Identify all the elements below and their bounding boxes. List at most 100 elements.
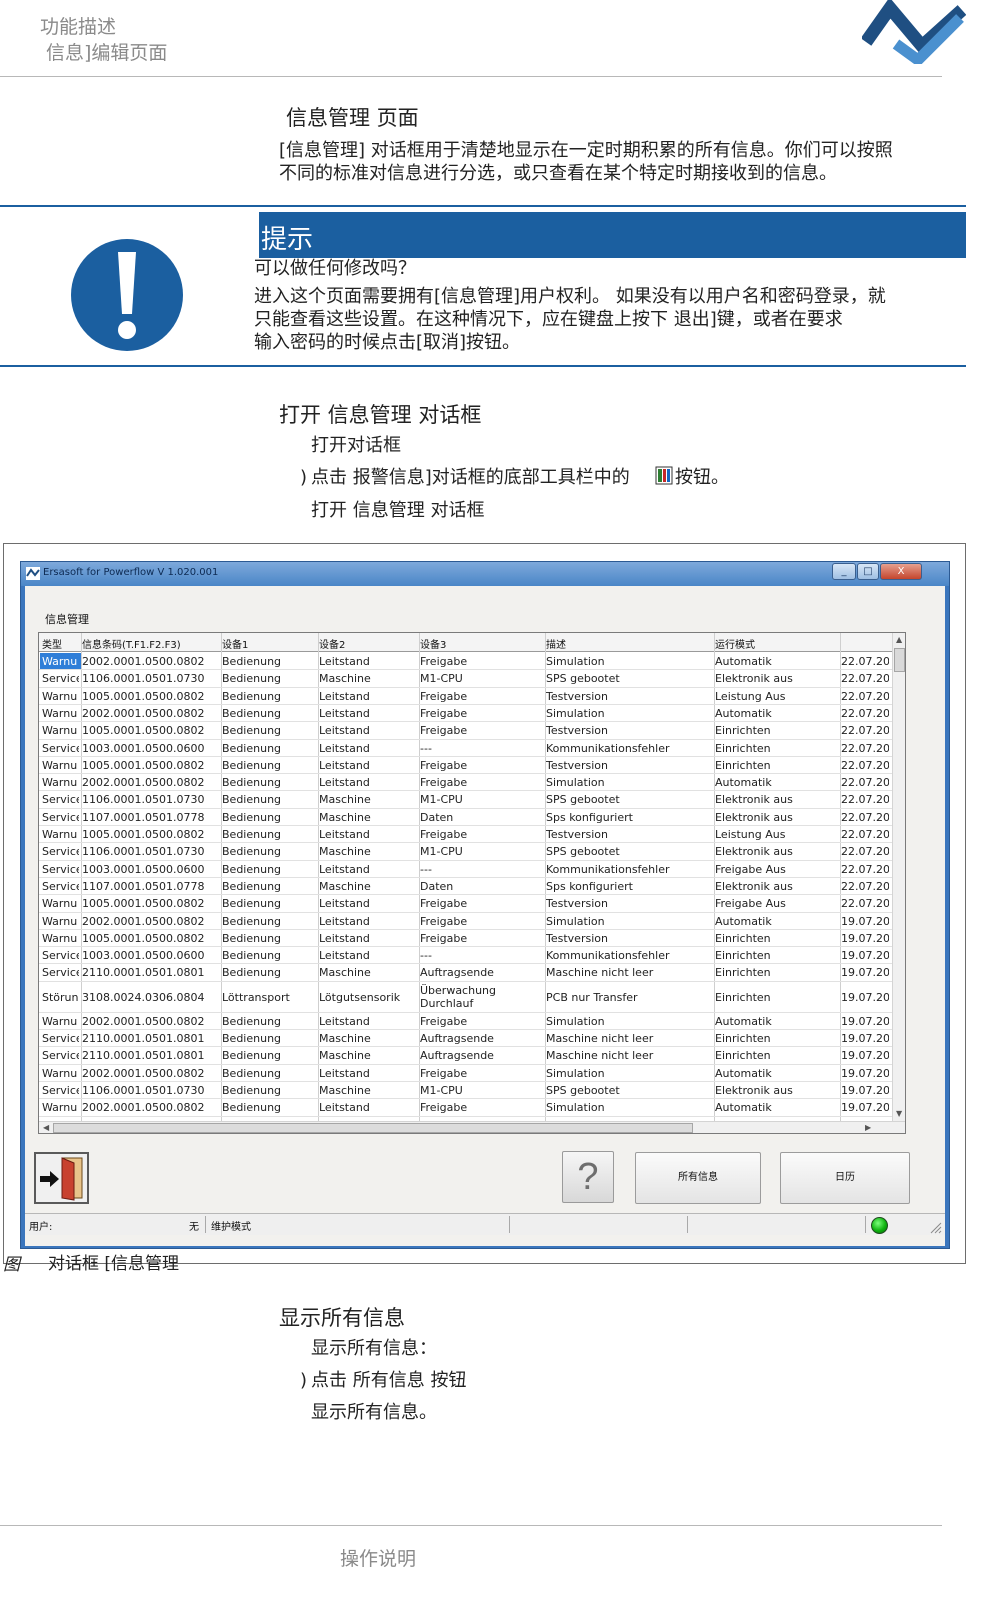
scroll-left-icon[interactable]: ◀ [43,1123,49,1132]
table-row[interactable]: Service 1106.0001.0501.0730 Bedienung Masch… [39,1082,893,1099]
table-cell: 1106.0001.0501.0730 [82,672,205,686]
table-cell: 19.07.20 [841,1049,889,1063]
table-header: 类型 信息条码(T.F1.F2.F3) 设备1 设备2 设备3 描述 运行模式 [39,633,893,652]
title-bar[interactable]: Ersasoft for Powerflow V 1.020.001 _ □ X [21,562,949,586]
table-row[interactable]: Warnu 2002.0001.0500.0802 Bedienung Leitsta… [39,1099,893,1116]
table-cell: Service [42,879,79,893]
scroll-up-icon[interactable]: ▲ [896,635,902,644]
table-row[interactable]: Warnu 1005.0001.0500.0802 Bedienung Leitsta… [39,688,893,705]
show-sub: 显示所有信息： [311,1338,437,1359]
column-header[interactable]: 信息条码(T.F1.F2.F3) [82,636,181,651]
table-row[interactable]: Warnu 1005.0001.0500.0802 Bedienung Leitsta… [39,895,893,912]
column-header[interactable]: 设备1 [222,636,248,651]
table-cell: Warnu [42,706,78,720]
table-cell: 2002.0001.0500.0802 [82,1066,205,1080]
table-cell: Einrichten [715,931,771,945]
exit-button[interactable] [34,1152,89,1204]
table-row[interactable]: Service 2110.0001.0501.0801 Bedienung Masch… [39,1030,893,1047]
column-header[interactable]: 描述 [546,636,566,651]
row-divider [39,1115,893,1117]
table-row[interactable]: Service 1107.0001.0501.0778 Bedienung Masch… [39,809,893,826]
vertical-scrollbar[interactable]: ▲ ▼ [892,633,905,1121]
table-row[interactable]: Störun 3108.0024.0306.0804 Löttransport Löt… [39,982,893,1013]
table-row[interactable]: Warnu 2002.0001.0500.0802 Bedienung Leitsta… [39,705,893,722]
table-cell: Leitstand [319,655,370,668]
table-cell: Einrichten [715,949,771,963]
table-row[interactable]: Service 1106.0001.0501.0730 Bedienung Masch… [39,843,893,860]
table-cell: Freigabe [420,1101,468,1115]
table-cell: Testversion [546,724,608,738]
status-led-indicator [871,1217,888,1234]
table-row[interactable]: Service 1106.0001.0501.0730 Bedienung Masch… [39,670,893,687]
table-cell: Service [42,741,79,755]
table-row[interactable]: Warnu 2002.0001.0500.0802 Bedienung Leitsta… [39,913,893,930]
table-cell: Einrichten [715,990,771,1004]
table-cell: Daten [420,879,454,893]
table-row[interactable]: Warnu 2002.0001.0500.0802 Bedienung Leitsta… [39,774,893,791]
table-row[interactable]: Service 1107.0001.0501.0778 Bedienung Masch… [39,878,893,895]
table-cell: Leitstand [319,828,370,841]
table-cell: Warnu [42,1066,78,1080]
horizontal-scroll-thumb[interactable] [53,1123,693,1133]
resize-grip-icon[interactable] [930,1222,942,1234]
table-row[interactable]: Warnu 1005.0001.0500.0802 Bedienung Leitsta… [39,826,893,843]
table-cell: Warnu [42,931,78,945]
table-cell: 22.07.20 [841,897,889,911]
column-header[interactable]: 设备3 [420,636,446,651]
table-cell: Leitstand [319,689,370,703]
table-cell: Automatik [715,706,772,720]
scroll-right-icon[interactable]: ▶ [865,1123,871,1132]
table-cell: Leitstand [319,1066,370,1080]
all-messages-button[interactable]: 所有信息 [635,1152,761,1204]
table-row[interactable]: Service 1003.0001.0500.0600 Bedienung Leits… [39,740,893,757]
table-row[interactable]: Warnu 2002.0001.0500.0802 Bedienung Leitsta… [39,1013,893,1030]
table-row[interactable]: Warnu 1005.0001.0500.0802 Bedienung Leitsta… [39,757,893,774]
table-row[interactable]: Service 2110.0001.0501.0801 Bedienung Masch… [39,1047,893,1064]
table-row[interactable]: Warnu 2002.0001.0500.0802 Bedienung Leitsta… [39,1065,893,1082]
table-row[interactable]: Warnu 2002.0001.0500.0802 Bedienung Leitsta… [39,653,893,670]
table-cell: 1005.0001.0500.0802 [82,897,205,911]
close-button[interactable]: X [880,563,922,580]
table-cell: Leistung Aus [715,828,786,841]
table-cell: Bedienung [222,862,282,876]
minimize-button[interactable]: _ [832,563,856,580]
table-cell: Simulation [546,1066,605,1080]
table-row[interactable]: Service 2110.0001.0501.0801 Bedienung Masch… [39,964,893,981]
header-section: 信息]编辑页面 [46,42,168,64]
hint-question: 可以做任何修改吗？ [254,258,416,279]
table-cell: Maschine [319,1083,371,1097]
help-button[interactable]: ? [562,1151,614,1203]
table-cell: M1-CPU [420,672,463,686]
vertical-scroll-thumb[interactable] [894,648,905,672]
message-table[interactable]: 类型 信息条码(T.F1.F2.F3) 设备1 设备2 设备3 描述 运行模式 Warnu 20… [38,632,906,1134]
table-cell: Service [42,949,79,963]
table-cell: Maschine [319,1049,371,1063]
table-cell: Warnu [42,1014,78,1028]
table-row[interactable]: Warnu 1005.0001.0500.0802 Bedienung Leitsta… [39,722,893,739]
hint-line2: 只能查看这些设置。在这种情况下，应在键盘上按下 退出]键，或者在要求 [254,309,843,330]
table-row[interactable]: Service 1106.0001.0501.0730 Bedienung Masch… [39,791,893,808]
table-cell: Testversion [546,931,608,945]
scroll-down-icon[interactable]: ▼ [896,1109,902,1118]
table-cell: Elektronik aus [715,793,793,807]
table-cell: 1107.0001.0501.0778 [82,810,205,824]
column-header[interactable]: 类型 [42,636,62,651]
footer-rule [0,1525,942,1526]
table-row[interactable]: Service 1003.0001.0500.0600 Bedienung Leits… [39,947,893,964]
maximize-button[interactable]: □ [857,563,879,580]
table-cell: Simulation [546,914,605,928]
hint-title-bar [259,212,966,258]
column-header[interactable]: 设备2 [319,636,345,651]
calendar-button[interactable]: 日历 [780,1152,910,1204]
table-cell: Warnu [42,689,78,703]
table-cell: Bedienung [222,689,282,703]
table-row[interactable]: Warnu 1005.0001.0500.0802 Bedienung Leitsta… [39,930,893,947]
column-header[interactable]: 运行模式 [715,636,755,651]
table-cell: Lötgutsensorik [319,990,401,1004]
table-cell: Warnu [42,724,78,738]
table-cell: Service [42,862,79,876]
horizontal-scrollbar[interactable]: ◀ ▶ [39,1121,905,1133]
status-separator [205,1216,206,1233]
table-row[interactable]: Service 1003.0001.0500.0600 Bedienung Leits… [39,861,893,878]
table-cell: Leitstand [319,706,370,720]
